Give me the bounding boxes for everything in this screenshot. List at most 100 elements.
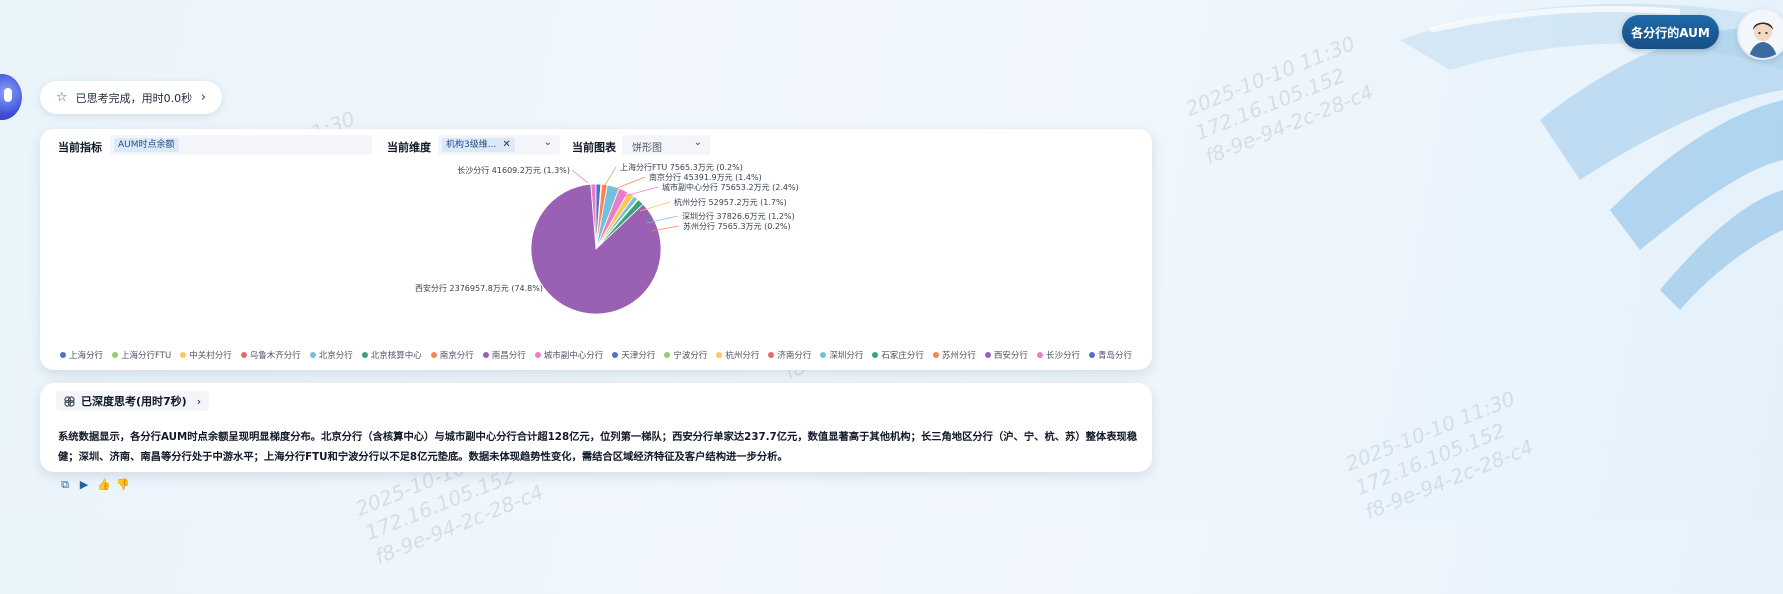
label-leader-line [604, 166, 617, 186]
legend-item[interactable]: 城市副中心分行 [534, 349, 604, 361]
legend-item[interactable]: 苏州分行 [932, 349, 976, 361]
legend-item[interactable]: 上海分行 [60, 349, 103, 361]
pie-data-label: 南京分行 45391.9万元 (1.4%) [649, 172, 762, 182]
legend-item[interactable]: 上海分行FTU [112, 349, 171, 361]
legend-label: 上海分行FTU [121, 351, 172, 361]
legend-item[interactable]: 深圳分行 [820, 349, 863, 361]
analysis-card: 已深度思考(用时7秒) › 系统数据显示，各分行AUM时点余额呈现明显梯度分布。… [40, 383, 1152, 472]
legend-dot-icon [361, 352, 368, 358]
label-leader-line [571, 169, 589, 184]
legend-label: 青岛分行 [1097, 351, 1132, 361]
message-actions: ⧉ ▶ 👍 👎 [59, 479, 130, 491]
dimension-select[interactable]: 机构3级维... ✕ ⌄ [438, 135, 560, 155]
legend-label: 城市副中心分行 [543, 351, 604, 361]
copy-icon[interactable]: ⧉ [59, 479, 71, 491]
legend-item[interactable]: 北京分行 [309, 349, 353, 361]
deep-think-toggle[interactable]: 已深度思考(用时7秒) › [56, 391, 210, 411]
analysis-summary: 系统数据显示，各分行AUM时点余额呈现明显梯度分布。北京分行（含核算中心）与城市… [58, 431, 1138, 463]
legend-item[interactable]: 石家庄分行 [872, 349, 924, 361]
chevron-right-icon: › [200, 90, 206, 105]
legend-label: 南昌分行 [491, 351, 526, 361]
legend-dot-icon [112, 352, 119, 358]
chart-card: 当前指标 AUM时点余额 当前维度 机构3级维... ✕ ⌄ 当前图表 饼形图 ⌄… [40, 129, 1152, 370]
legend-item[interactable]: 南京分行 [430, 349, 474, 361]
aum-topic-button[interactable]: 各分行的AUM [1622, 15, 1719, 49]
legend-dot-icon [1036, 352, 1043, 358]
legend-dot-icon [180, 352, 187, 358]
watermark: 2025-10-10 11:30172.16.105.152f8-9e-94-2… [1182, 31, 1377, 170]
chart-type-label: 当前图表 [572, 141, 616, 154]
thinking-status-pill[interactable]: ☆ 已思考完成，用时0.0秒 › [40, 81, 222, 114]
chevron-right-icon: › [196, 394, 202, 408]
legend-dot-icon [534, 352, 541, 358]
legend-item[interactable]: 济南分行 [768, 349, 811, 361]
pie-data-label: 深圳分行 37826.6万元 (1.2%) [682, 211, 795, 221]
legend-dot-icon [430, 352, 437, 358]
thumbs-down-icon[interactable]: 👎 [116, 479, 130, 491]
chart-type-select[interactable]: 饼形图 ⌄ [622, 135, 710, 155]
legend-label: 中关村分行 [189, 351, 232, 361]
legend-dot-icon [716, 352, 723, 358]
legend-dot-icon [872, 352, 879, 358]
legend-label: 西安分行 [993, 351, 1028, 361]
close-icon[interactable]: ✕ [502, 139, 510, 150]
legend-dot-icon [60, 352, 67, 358]
legend-dot-icon [664, 352, 671, 358]
avatar-icon [1739, 10, 1783, 58]
legend-item[interactable]: 天津分行 [612, 349, 655, 361]
chevron-down-icon: ⌄ [693, 137, 702, 148]
legend-dot-icon [932, 352, 939, 358]
legend-label: 济南分行 [777, 351, 812, 361]
dimension-label: 当前维度 [387, 141, 431, 154]
thumbs-up-icon[interactable]: 👍 [97, 479, 111, 491]
legend-label: 苏州分行 [941, 351, 976, 361]
pie-data-label: 西安分行 2376957.8万元 (74.8%) [415, 283, 543, 293]
deep-think-label: 已深度思考(用时7秒) [81, 395, 187, 408]
dimension-tag: 机构3级维... ✕ [442, 138, 515, 152]
legend-item[interactable]: 宁波分行 [664, 349, 707, 361]
legend-dot-icon [984, 352, 991, 358]
metric-tag: AUM时点余额 [114, 138, 179, 152]
pie-chart-svg: 长沙分行 41609.2万元 (1.3%) 上海分行FTU 7565.3万元 (0… [415, 162, 799, 315]
legend-item[interactable]: 中关村分行 [180, 349, 232, 361]
legend-dot-icon [482, 352, 489, 358]
legend-item[interactable]: 长沙分行 [1036, 349, 1080, 361]
legend-dot-icon [1088, 352, 1095, 358]
background-swoosh [1400, 3, 1783, 310]
legend-dot-icon [240, 352, 247, 358]
chart-legend: 上海分行 上海分行FTU 中关村分行 乌鲁木齐分行 北京分行 北京核算中心 南京分行 南昌分行… [40, 349, 1152, 361]
legend-item[interactable]: 杭州分行 [716, 349, 759, 361]
legend-label: 南京分行 [439, 351, 474, 361]
legend-label: 天津分行 [621, 351, 656, 361]
pie-data-label: 上海分行FTU 7565.3万元 (0.2%) [620, 162, 743, 172]
user-avatar[interactable] [1737, 8, 1783, 60]
legend-label: 长沙分行 [1045, 351, 1080, 361]
label-leader-line [624, 186, 659, 197]
pie-data-label: 苏州分行 7565.3万元 (0.2%) [683, 221, 791, 231]
legend-dot-icon [612, 352, 619, 358]
watermark: 2025-10-10 11:30172.16.105.152f8-9e-94-2… [1342, 386, 1537, 525]
legend-dot-icon [820, 352, 827, 358]
legend-item[interactable]: 南昌分行 [482, 349, 526, 361]
pie-data-label: 城市副中心分行 75653.2万元 (2.4%) [662, 182, 799, 192]
metric-field[interactable]: AUM时点余额 [110, 135, 372, 155]
legend-item[interactable]: 西安分行 [984, 349, 1028, 361]
brain-icon [64, 395, 75, 407]
legend-dot-icon [768, 352, 775, 358]
play-icon[interactable]: ▶ [78, 479, 90, 491]
thinking-status-label: 已思考完成，用时0.0秒 [75, 91, 193, 105]
legend-label: 深圳分行 [829, 351, 864, 361]
legend-label: 杭州分行 [725, 351, 760, 361]
legend-label: 石家庄分行 [881, 351, 924, 361]
legend-label: 上海分行 [69, 351, 104, 361]
star-icon: ☆ [56, 90, 68, 105]
legend-item[interactable]: 青岛分行 [1088, 349, 1132, 361]
legend-item[interactable]: 北京核算中心 [361, 349, 422, 361]
legend-label: 北京分行 [318, 351, 353, 361]
chart-type-value: 饼形图 [632, 143, 662, 154]
pie-data-label: 杭州分行 52957.2万元 (1.7%) [674, 197, 787, 207]
legend-dot-icon [309, 352, 316, 358]
pie-data-label: 长沙分行 41609.2万元 (1.3%) [457, 165, 570, 175]
legend-item[interactable]: 乌鲁木齐分行 [240, 349, 301, 361]
label-leader-line [614, 176, 646, 190]
